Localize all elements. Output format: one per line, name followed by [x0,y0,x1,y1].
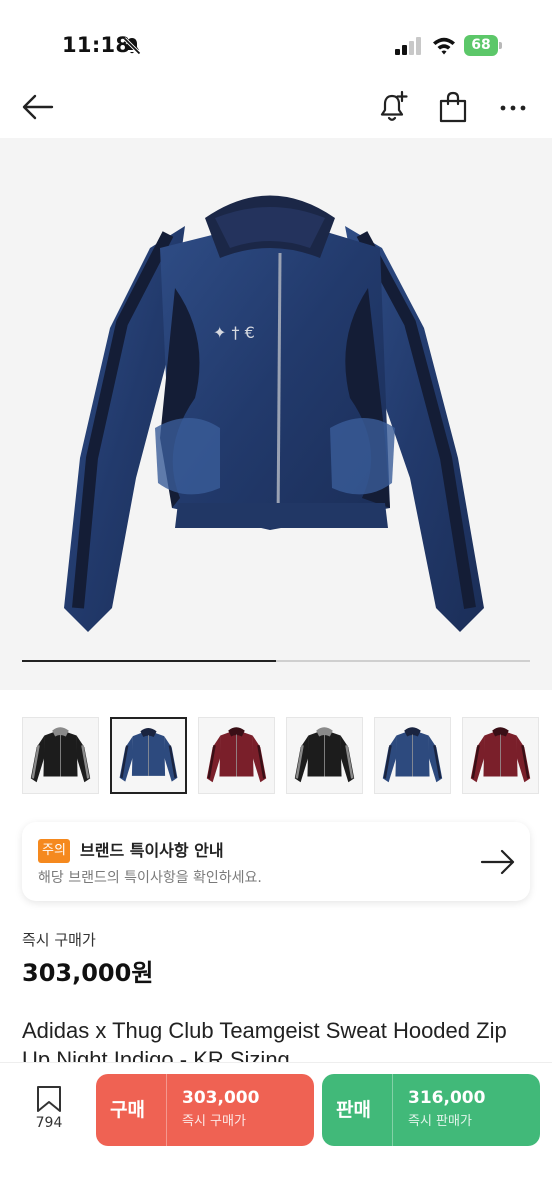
brand-notice-card[interactable]: 주의 브랜드 특이사항 안내 해당 브랜드의 특이사항을 확인하세요. [22,822,530,901]
arrow-right-icon[interactable] [480,848,516,876]
thumbnail-strip [22,717,542,795]
bookmark-count: 794 [35,1115,63,1131]
battery-cap [499,42,502,49]
thumbnail-jacket-image [382,727,443,783]
notice-badge: 주의 [38,839,70,863]
more-horizontal-icon[interactable] [500,104,526,112]
image-progress-track [22,660,530,662]
status-time: 11:18 [62,33,131,57]
status-bar: 11:18 68 [0,0,552,76]
buy-button[interactable]: 구매 303,000 즉시 구매가 [96,1074,314,1146]
sell-label: 판매 [336,1099,371,1121]
battery-charging-icon: 68 [464,35,502,56]
thumbnail-jacket-image [294,727,355,783]
svg-text:✦ † €: ✦ † € [213,323,255,342]
cellular-signal-icon [395,37,421,55]
bottom-action-bar: 794 구매 303,000 즉시 구매가 판매 316,000 즉시 판매가 [0,1062,552,1200]
sell-button[interactable]: 판매 316,000 즉시 판매가 [322,1074,540,1146]
image-progress-fill [22,660,276,662]
product-photo-jacket: ✦ † € [64,195,484,632]
thumbnail-6[interactable] [462,717,539,794]
shopping-bag-icon[interactable] [438,90,468,124]
bell-plus-icon[interactable] [378,90,410,124]
bell-slash-icon [123,37,141,55]
price-value: 303,000원 [22,959,154,987]
notice-title: 브랜드 특이사항 안내 [80,841,224,860]
thumbnail-jacket-image [119,728,178,782]
sell-subtitle: 즉시 판매가 [408,1114,472,1129]
bookmark-button[interactable]: 794 [26,1083,72,1139]
thumbnail-1[interactable] [22,717,99,794]
top-navigation [0,76,552,138]
thumbnail-jacket-image [206,727,267,783]
buy-divider [166,1074,167,1146]
wifi-icon [433,37,455,55]
notice-subtitle: 해당 브랜드의 특이사항을 확인하세요. [38,870,262,886]
buy-subtitle: 즉시 구매가 [182,1114,246,1129]
bookmark-icon [37,1086,61,1112]
product-title: Adidas x Thug Club Teamgeist Sweat Hoode… [22,1018,507,1066]
thumbnail-jacket-image [470,727,531,783]
buy-price: 303,000 [182,1088,260,1108]
thumbnail-jacket-image [30,727,91,783]
thumbnail-3[interactable] [198,717,275,794]
arrow-left-icon[interactable] [22,94,54,120]
buy-label: 구매 [110,1099,145,1121]
battery-level: 68 [471,37,491,53]
thumbnail-2[interactable] [110,717,187,794]
thumbnail-5[interactable] [374,717,451,794]
sell-price: 316,000 [408,1088,486,1108]
sell-divider [392,1074,393,1146]
price-label: 즉시 구매가 [22,931,96,949]
product-image[interactable]: ✦ † € [0,138,552,690]
thumbnail-4[interactable] [286,717,363,794]
